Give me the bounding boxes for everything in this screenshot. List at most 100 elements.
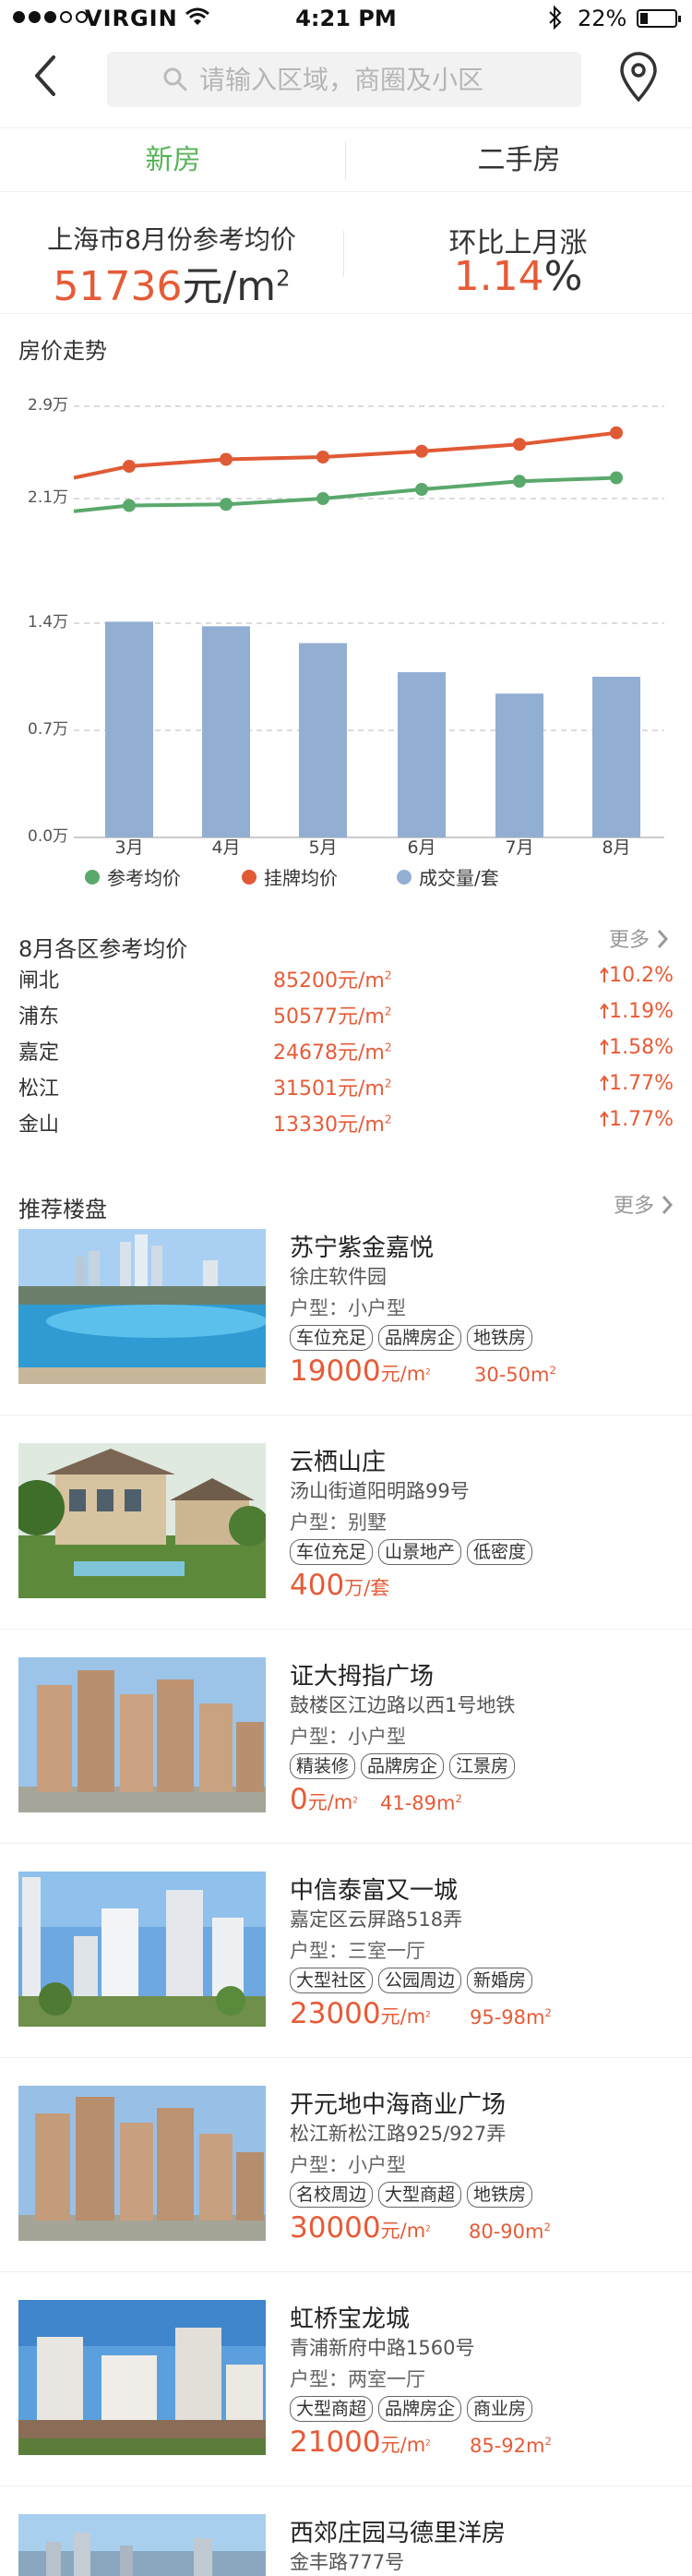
- district-price-unit: 元/m: [338, 969, 385, 993]
- district-price-value: 31501: [273, 1077, 338, 1101]
- district-row[interactable]: 金山 13330元/m2 1.77%: [18, 1102, 674, 1138]
- listing-name: 证大拇指广场: [290, 1663, 435, 1691]
- listing-card[interactable]: 虹桥宝龙城 青浦新府中路1560号 户型：两室一厅 大型商超 品牌房企 商业房 21000元…: [0, 2294, 692, 2486]
- listing-area-sup: 2: [543, 2221, 551, 2233]
- search-input[interactable]: [199, 61, 568, 98]
- listing-tag: 车位充足: [290, 1539, 374, 1565]
- recommend-more-link[interactable]: 更多: [614, 1189, 674, 1219]
- district-price: 85200元/m2: [273, 964, 392, 993]
- listing-tag: 名校周边: [290, 2182, 374, 2208]
- listing-tag: 品牌房企: [361, 1753, 445, 1779]
- tab-second-hand[interactable]: 二手房: [346, 128, 692, 193]
- listing-tag: 精装修: [290, 1753, 356, 1779]
- listing-tag: 公园周边: [378, 1968, 462, 1993]
- listing-photo: [18, 1443, 266, 1598]
- listing-tags: 精装修 品牌房企 江景房: [290, 1753, 516, 1779]
- district-row[interactable]: 闸北 85200元/m2 10.2%: [18, 958, 674, 994]
- listing-price-unit-sup: 2: [425, 1367, 431, 1378]
- legend-swatch: [85, 869, 100, 885]
- district-name: 浦东: [18, 1005, 60, 1029]
- data-point: [123, 499, 136, 512]
- arrow-up-icon: [600, 1111, 609, 1126]
- district-row[interactable]: 浦东 50577元/m2 1.19%: [18, 994, 674, 1030]
- listing-tags: 大型社区 公园周边 新婚房: [290, 1968, 533, 1993]
- legend-item: 挂牌均价: [242, 863, 338, 890]
- listing-tag: 地铁房: [467, 2182, 533, 2208]
- listing-tags: 大型商超 品牌房企 商业房: [290, 2396, 533, 2422]
- listing-area: 41-89m2: [380, 1792, 462, 1814]
- listing-tag: 大型商超: [290, 2396, 374, 2422]
- price-trend-title: 房价走势: [18, 338, 107, 364]
- listing-price-unit: 元/m: [380, 2220, 426, 2242]
- tab-new-house[interactable]: 新房: [0, 128, 346, 193]
- listing-tag: 品牌房企: [378, 1325, 462, 1351]
- listing-card[interactable]: 中信泰富又一城 嘉定区云屏路518弄 户型：三室一厅 大型社区 公园周边 新婚房 23000…: [0, 1866, 692, 2058]
- listing-tag: 大型商超: [378, 2182, 462, 2208]
- x-tick-label: 5月: [308, 837, 337, 858]
- listing-card[interactable]: 苏宁紫金嘉悦 徐庄软件园 户型：小户型 车位充足 品牌房企 地铁房 19000元/m2 30-…: [0, 1223, 692, 1415]
- listing-layout: 户型：小户型: [290, 1726, 406, 1748]
- listing-area-sup: 2: [455, 1792, 462, 1805]
- listing-card[interactable]: 证大拇指广场 鼓楼区江边路以西1号地铁 户型：小户型 精装修 品牌房企 江景房 0元/m2 4…: [0, 1652, 692, 1844]
- listing-tag: 大型社区: [290, 1968, 374, 1993]
- listing-price-unit: 元/m: [380, 2005, 426, 2028]
- listing-price-value: 21000: [290, 2426, 381, 2459]
- arrow-up-icon: [600, 967, 609, 982]
- y-tick-label: 0.0万: [28, 827, 68, 846]
- data-point: [220, 498, 233, 512]
- bar: [495, 693, 543, 837]
- listing-price-value: 23000: [290, 1997, 381, 2030]
- listing-name: 开元地中海商业广场: [290, 2091, 507, 2119]
- district-row[interactable]: 嘉定 24678元/m2 1.58%: [18, 1030, 674, 1066]
- district-change-value: 1.19%: [609, 1000, 674, 1023]
- listing-address: 汤山街道阳明路99号: [290, 1480, 470, 1502]
- listing-price: 21000元/m2: [290, 2426, 431, 2459]
- listing-card[interactable]: 开元地中海商业广场 松江新松江路925/927弄 户型：小户型 名校周边 大型商超 地铁房…: [0, 2080, 692, 2272]
- chevron-right-icon: [657, 930, 669, 948]
- back-button[interactable]: [28, 54, 65, 98]
- location-pin-icon: [620, 52, 657, 102]
- district-price: 24678元/m2: [273, 1036, 392, 1065]
- district-more-label: 更多: [609, 929, 650, 952]
- listing-tag: 新婚房: [467, 1968, 533, 1993]
- listing-tags: 车位充足 品牌房企 地铁房: [290, 1325, 533, 1351]
- data-point: [513, 475, 526, 488]
- listing-price: 400万/套: [290, 1569, 389, 1602]
- price-trend-chart: 2.9万 2.1万 1.4万 0.7万 0.0万 3月 4月 5月 6月 7月 8月: [28, 396, 664, 858]
- listing-layout: 户型：三室一厅: [290, 1940, 425, 1962]
- y-tick-label: 2.1万: [28, 488, 68, 507]
- mom-unit: %: [543, 253, 583, 300]
- district-price-list: 闸北 85200元/m2 10.2% 浦东 50577元/m2 1.19% 嘉定 24678元…: [18, 958, 674, 1138]
- listing-tag: 地铁房: [467, 1325, 533, 1351]
- legend-label: 参考均价: [107, 867, 181, 889]
- data-point: [123, 460, 136, 473]
- battery-percent: 22%: [578, 6, 627, 31]
- listing-card[interactable]: 西郊庄园马德里洋房金丰路777号户型：别墅车位充足品牌房企山景房19000元/m…: [0, 2509, 692, 2576]
- district-change: 1.19%: [600, 1000, 674, 1023]
- search-bar[interactable]: [107, 52, 581, 107]
- listing-photo: [18, 2086, 266, 2241]
- district-name: 松江: [18, 1077, 60, 1101]
- legend-label: 成交量/套: [419, 867, 499, 889]
- listing-card[interactable]: 云栖山庄 汤山街道阳明路99号 户型：别墅 车位充足 山景地产 低密度 400万/套: [0, 1438, 692, 1630]
- listing-name: 中信泰富又一城: [290, 1877, 459, 1905]
- listing-area: 95-98m2: [470, 2006, 552, 2028]
- district-row[interactable]: 松江 31501元/m2 1.77%: [18, 1066, 674, 1102]
- data-point: [220, 452, 233, 466]
- data-point: [610, 471, 623, 485]
- bar: [592, 677, 640, 837]
- listing-photo: [18, 2300, 266, 2455]
- listing-name: 苏宁紫金嘉悦: [290, 1234, 435, 1262]
- listing-price-unit-sup: 2: [425, 2010, 431, 2020]
- data-point: [513, 438, 526, 451]
- battery-level: [640, 13, 648, 24]
- listing-area: 30-50m2: [474, 1364, 556, 1386]
- data-point: [316, 451, 329, 463]
- avg-price: 51736元/m2: [0, 253, 343, 312]
- listing-area-value: 30-50m: [474, 1364, 550, 1386]
- listing-name: 虹桥宝龙城: [290, 2305, 411, 2333]
- location-button[interactable]: [616, 52, 661, 107]
- listing-area-sup: 2: [544, 2435, 552, 2448]
- district-more-link[interactable]: 更多: [609, 923, 669, 953]
- district-price-unit-sup: 2: [384, 969, 392, 982]
